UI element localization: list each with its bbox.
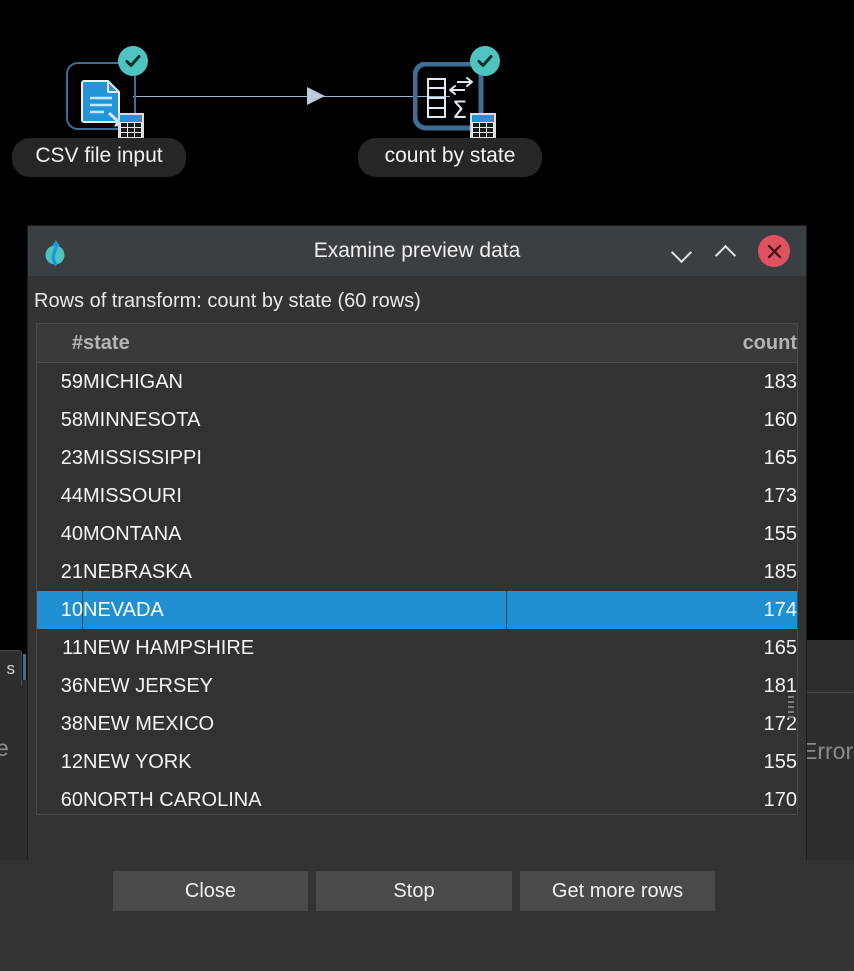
preview-data-table-body: 59 MICHIGAN 183 58 MINNESOTA 160 23 MISS…: [37, 363, 797, 816]
check-icon: [124, 52, 142, 70]
column-header-state-label: state: [83, 332, 130, 354]
cell-row-number[interactable]: 40: [37, 515, 83, 553]
get-more-rows-button[interactable]: Get more rows: [520, 871, 715, 911]
background-tab-fragment[interactable]: s: [0, 650, 22, 686]
hop-connector-line[interactable]: [133, 96, 450, 97]
csv-file-input-status-check-icon: [118, 46, 148, 76]
cell-count[interactable]: 155: [507, 515, 797, 553]
background-text-caret: [23, 654, 26, 680]
dialog-button-bar: Close Stop Get more rows: [0, 860, 854, 971]
table-row[interactable]: 59 MICHIGAN 183: [37, 363, 797, 402]
cell-count[interactable]: 174: [507, 591, 797, 629]
cell-count[interactable]: 160: [507, 401, 797, 439]
table-row[interactable]: 12 NEW YORK 155: [37, 743, 797, 781]
cell-count[interactable]: 183: [507, 363, 797, 402]
cell-state[interactable]: MONTANA: [83, 515, 507, 553]
cell-row-number[interactable]: 44: [37, 477, 83, 515]
cell-state[interactable]: NEW MEXICO: [83, 705, 507, 743]
cell-row-number[interactable]: 10: [37, 591, 83, 629]
table-row[interactable]: 60 NORTH CAROLINA 170: [37, 781, 797, 815]
cell-row-number[interactable]: 38: [37, 705, 83, 743]
examine-preview-data-dialog[interactable]: Examine preview data Rows of transform: …: [28, 226, 806, 860]
cell-count[interactable]: 165: [507, 629, 797, 667]
background-divider-right: [806, 692, 854, 693]
cell-state[interactable]: NEW YORK: [83, 743, 507, 781]
cell-count[interactable]: 185: [507, 553, 797, 591]
column-header-row-number[interactable]: #: [37, 324, 83, 363]
svg-text:Σ: Σ: [452, 96, 467, 124]
check-icon: [476, 52, 494, 70]
cell-row-number[interactable]: 11: [37, 629, 83, 667]
cell-state[interactable]: NEVADA: [83, 591, 507, 629]
table-row[interactable]: 36 NEW JERSEY 181: [37, 667, 797, 705]
chevron-down-icon[interactable]: [670, 238, 696, 264]
background-text-fragment-left: e: [0, 735, 22, 762]
stop-button[interactable]: Stop: [316, 871, 512, 911]
column-header-count[interactable]: count: [507, 324, 797, 363]
cell-row-number[interactable]: 12: [37, 743, 83, 781]
background-text-fragment-right: Errors: [802, 738, 854, 765]
pipeline-node-csv-file-input-label[interactable]: CSV file input: [12, 138, 186, 177]
close-icon[interactable]: [758, 235, 790, 267]
table-row[interactable]: 38 NEW MEXICO 172: [37, 705, 797, 743]
preview-data-table-container[interactable]: # state count 59 MICHIGAN 183: [36, 323, 798, 815]
cell-state[interactable]: MICHIGAN: [83, 363, 507, 402]
cell-row-number[interactable]: 58: [37, 401, 83, 439]
table-row[interactable]: 23 MISSISSIPPI 165: [37, 439, 797, 477]
cell-state[interactable]: MINNESOTA: [83, 401, 507, 439]
vertical-scrollbar-grip[interactable]: [788, 696, 794, 718]
table-row[interactable]: 11 NEW HAMPSHIRE 165: [37, 629, 797, 667]
count-by-state-status-check-icon: [470, 46, 500, 76]
count-by-state-preview-data-grid-icon[interactable]: [470, 113, 496, 139]
cell-state[interactable]: NORTH CAROLINA: [83, 781, 507, 815]
chevron-up-icon[interactable]: [714, 238, 740, 264]
cell-count[interactable]: 155: [507, 743, 797, 781]
table-row[interactable]: 58 MINNESOTA 160: [37, 401, 797, 439]
cell-state[interactable]: NEW JERSEY: [83, 667, 507, 705]
cell-row-number[interactable]: 60: [37, 781, 83, 815]
cell-state[interactable]: NEBRASKA: [83, 553, 507, 591]
hop-logo-icon: [41, 236, 71, 266]
csv-file-input-preview-data-grid-icon[interactable]: [118, 113, 144, 139]
table-row[interactable]: 44 MISSOURI 173: [37, 477, 797, 515]
background-panel-left: [0, 680, 28, 860]
cell-count[interactable]: 165: [507, 439, 797, 477]
background-tab-label: s: [7, 659, 16, 679]
dialog-titlebar[interactable]: Examine preview data: [28, 226, 806, 276]
cell-count[interactable]: 170: [507, 781, 797, 815]
cell-row-number[interactable]: 36: [37, 667, 83, 705]
cell-count[interactable]: 172: [507, 705, 797, 743]
cell-row-number[interactable]: 21: [37, 553, 83, 591]
cell-count[interactable]: 173: [507, 477, 797, 515]
preview-subtitle: Rows of transform: count by state (60 ro…: [28, 276, 806, 323]
cell-state[interactable]: NEW HAMPSHIRE: [83, 629, 507, 667]
cell-row-number[interactable]: 23: [37, 439, 83, 477]
table-row[interactable]: 21 NEBRASKA 185: [37, 553, 797, 591]
cell-count[interactable]: 181: [507, 667, 797, 705]
pipeline-node-count-by-state-label[interactable]: count by state: [358, 138, 542, 177]
column-header-state[interactable]: state: [83, 324, 507, 363]
table-header-row: # state count: [37, 324, 797, 363]
cell-row-number[interactable]: 59: [37, 363, 83, 402]
cell-state[interactable]: MISSOURI: [83, 477, 507, 515]
close-button[interactable]: Close: [113, 871, 308, 911]
hop-arrow-icon: [307, 87, 325, 105]
cell-state[interactable]: MISSISSIPPI: [83, 439, 507, 477]
table-row[interactable]: 40 MONTANA 155: [37, 515, 797, 553]
preview-data-table: # state count 59 MICHIGAN 183: [37, 324, 797, 815]
table-row-selected[interactable]: 10 NEVADA 174: [37, 591, 797, 629]
